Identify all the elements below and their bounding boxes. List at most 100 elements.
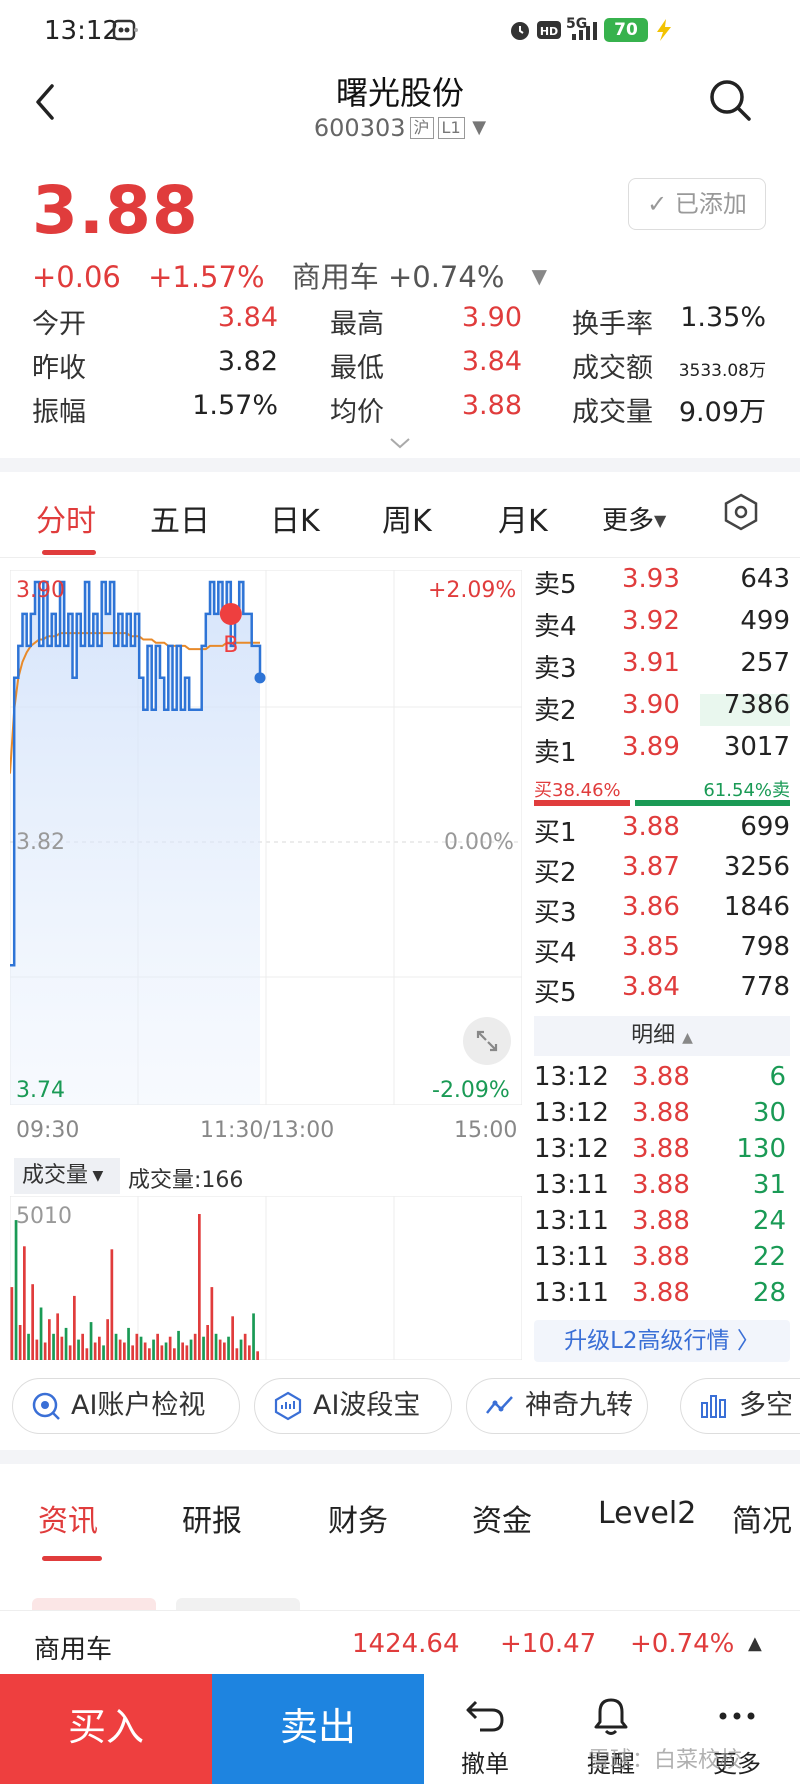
stat-label: 成交额 — [572, 353, 653, 384]
tool-magic-nine[interactable]: 神奇九转 — [466, 1378, 648, 1434]
sector-index-change: +10.47 — [500, 1629, 597, 1659]
price-change-pct: +1.57% — [148, 260, 265, 294]
ask-price: 3.93 — [622, 564, 680, 594]
bid-volume: 1846 — [723, 892, 790, 922]
chevron-down-icon: ▼ — [472, 117, 487, 138]
stock-code-row[interactable]: 600303 沪 L1 ▼ — [0, 114, 800, 142]
price-change-row: +0.06 +1.57% 商用车 +0.74% ▼ — [32, 254, 565, 296]
stat-label: 成交量 — [572, 397, 653, 428]
bid-price: 3.88 — [622, 812, 680, 842]
upgrade-l2-button[interactable]: 升级L2高级行情 〉 — [534, 1320, 790, 1362]
volume-bar — [218, 1339, 222, 1360]
volume-bar — [85, 1348, 89, 1360]
bid-row[interactable]: 买5 3.84 778 — [534, 972, 790, 1012]
tool-ai-wave[interactable]: AI波段宝 — [254, 1378, 452, 1434]
bid-volume: 3256 — [723, 852, 790, 882]
ask-row[interactable]: 卖5 3.93 643 — [534, 564, 790, 604]
bid-price: 3.87 — [622, 852, 680, 882]
buy-sell-ratio: 买38.46% 61.54%卖 — [534, 776, 790, 806]
check-icon: ✓ — [647, 190, 668, 218]
ask-row[interactable]: 卖3 3.91 257 — [534, 648, 790, 688]
tick-volume: 24 — [752, 1206, 786, 1236]
tool-long-short[interactable]: 多空 — [680, 1378, 800, 1434]
bid-price: 3.86 — [622, 892, 680, 922]
tab-level2[interactable]: Level2 — [598, 1496, 696, 1531]
tab-weekly-k[interactable]: 周K — [382, 496, 432, 540]
tick-time: 13:11 — [534, 1242, 609, 1272]
volume-chart[interactable] — [10, 1196, 522, 1360]
indicator-dropdown[interactable]: 成交量 ▼ — [14, 1158, 120, 1194]
stat-value: 1.35% — [680, 302, 766, 333]
tick-volume: 30 — [752, 1098, 786, 1128]
tick-row: 13:11 3.88 28 — [534, 1278, 790, 1314]
chevron-down-icon: ▼ — [654, 511, 667, 530]
watchlist-added-button[interactable]: ✓ 已添加 — [628, 178, 766, 230]
volume-bar — [143, 1342, 147, 1360]
sell-button[interactable]: 卖出 — [212, 1674, 424, 1784]
bid-row[interactable]: 买4 3.85 798 — [534, 932, 790, 972]
volume-bar — [18, 1325, 22, 1360]
stat-value: 3.90 — [461, 302, 522, 333]
sector-link[interactable]: 商用车 +0.74% — [292, 260, 505, 294]
tab-fund-flow[interactable]: 资金 — [472, 1496, 532, 1540]
chevron-down-icon[interactable]: ▼ — [532, 264, 547, 288]
search-icon[interactable] — [706, 76, 754, 124]
tool-ai-account-review[interactable]: AI账户检视 — [12, 1378, 240, 1434]
stock-code: 600303 — [313, 114, 406, 142]
tab-research[interactable]: 研报 — [182, 1496, 242, 1540]
tab-financials[interactable]: 财务 — [328, 1496, 388, 1540]
sector-index-bar[interactable]: 商用车 1424.64 +10.47 +0.74% ▲ — [0, 1610, 800, 1676]
ask-row[interactable]: 卖2 3.90 7386 — [534, 690, 790, 730]
wave-chart-icon — [274, 1391, 302, 1421]
buy-button[interactable]: 买入 — [0, 1674, 212, 1784]
tab-daily-k[interactable]: 日K — [270, 496, 320, 540]
ask-volume: 257 — [740, 648, 790, 678]
bid-row[interactable]: 买3 3.86 1846 — [534, 892, 790, 932]
tab-more[interactable]: 更多▼ — [602, 500, 666, 537]
bid-row[interactable]: 买1 3.88 699 — [534, 812, 790, 852]
chevron-down-icon: ▼ — [88, 1168, 104, 1184]
fullscreen-icon[interactable] — [462, 1016, 512, 1066]
ask-price: 3.92 — [622, 606, 680, 636]
x-axis-end-label: 15:00 — [454, 1118, 518, 1143]
filter-pill[interactable] — [32, 1598, 156, 1610]
tab-five-day[interactable]: 五日 — [150, 496, 210, 540]
stat-value: 3.82 — [217, 346, 278, 377]
chart-tabs: 分时 五日 日K 周K 月K 更多▼ — [0, 472, 800, 558]
volume-bar — [89, 1322, 93, 1360]
filter-pill[interactable] — [176, 1598, 300, 1610]
volume-bar — [77, 1339, 80, 1360]
stat-label: 昨收 — [32, 353, 86, 384]
tick-volume: 6 — [769, 1062, 786, 1092]
bid-label: 买4 — [534, 938, 577, 968]
undo-icon — [466, 1700, 504, 1732]
ask-price: 3.89 — [622, 732, 680, 762]
bid-label: 买5 — [534, 978, 577, 1008]
tab-monthly-k[interactable]: 月K — [498, 496, 548, 540]
tab-intraday[interactable]: 分时 — [36, 496, 96, 540]
buy-marker[interactable] — [219, 602, 242, 625]
stat-label: 今开 — [32, 309, 86, 340]
tab-news[interactable]: 资讯 — [38, 1496, 98, 1540]
volume-bar — [156, 1333, 159, 1360]
chevron-up-icon[interactable]: ▲ — [748, 1633, 762, 1654]
volume-bar — [106, 1319, 109, 1360]
tab-profile[interactable]: 简况 — [732, 1496, 792, 1540]
bar-chart-icon — [701, 1395, 726, 1418]
tab-more-label: 更多 — [602, 506, 655, 536]
expand-chevron-icon[interactable] — [388, 436, 412, 450]
ask-row[interactable]: 卖4 3.92 499 — [534, 606, 790, 646]
y-axis-top-label: 3.90 — [16, 578, 65, 603]
bid-row[interactable]: 买2 3.87 3256 — [534, 852, 790, 892]
trade-detail-toggle[interactable]: 明细 ▲ — [534, 1016, 790, 1056]
cancel-order-button[interactable]: 撤单 — [430, 1674, 540, 1784]
ask-row[interactable]: 卖1 3.89 3017 — [534, 732, 790, 772]
chart-settings-icon[interactable] — [722, 492, 760, 532]
ask-volume: 7386 — [723, 690, 790, 720]
buy-marker-label: B — [223, 633, 238, 658]
stat-label: 换手率 — [572, 309, 653, 340]
watermark: 雪球：白菜校校 — [588, 1748, 743, 1773]
volume-bar — [177, 1330, 180, 1360]
volume-bar — [81, 1333, 84, 1360]
volume-bar — [223, 1342, 226, 1360]
